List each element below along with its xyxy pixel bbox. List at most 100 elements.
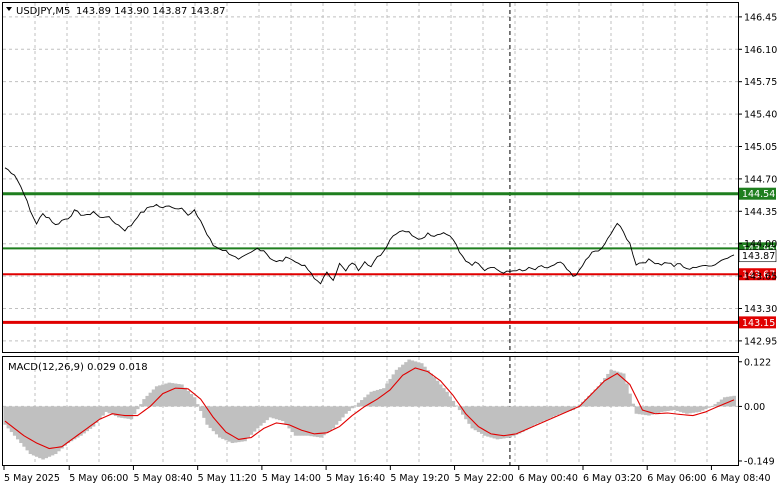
macd-histogram-bar [631,403,635,407]
macd-histogram-bar [224,406,228,441]
chart-header: USDJPY,M5 143.89 143.90 143.87 143.87 [6,6,226,17]
macd-histogram-bar [334,406,339,425]
macd-histogram-bar [454,405,459,407]
price-tick-label: 144.70 [744,174,777,185]
macd-histogram-bar [180,384,184,407]
macd-histogram-bar [549,406,553,418]
macd-histogram-bar [666,406,670,411]
macd-histogram-bar [527,406,531,429]
price-tick-label: 143.65 [744,272,777,283]
macd-histogram-bar [609,369,613,407]
macd-histogram-bar [659,406,664,412]
macd-tick-label: -0.149 [744,456,775,467]
macd-histogram-bar [246,406,250,438]
macd-histogram-bar [653,406,658,414]
price-axis: 146.45 146.10 145.75 145.40 145.05 144.70 144.… [738,12,777,347]
macd-histogram-bar [533,406,538,425]
macd-histogram-bar [445,391,449,407]
macd-histogram-bar [438,384,443,407]
macd-histogram-bar [435,380,440,407]
macd-histogram-bar [126,406,131,419]
macd-histogram-bar [615,371,620,407]
macd-histogram-bar [369,391,374,407]
macd-histogram-bar [520,406,525,433]
macd-histogram-bar [57,406,61,452]
price-tick-label: 145.75 [744,77,777,88]
price-tick-label: 144.35 [744,207,777,218]
macd-histogram-bar [401,364,405,407]
macd-histogram-bar [625,383,629,407]
macd-histogram-bar [508,406,512,438]
macd-histogram-bar [350,406,355,409]
macd-histogram-bar [404,362,408,407]
macd-histogram-bar [385,383,389,407]
macd-histogram-bar [337,406,342,422]
macd-histogram-bar [16,406,20,440]
macd-histogram-bar [442,388,446,407]
time-tick-label: 5 May 11:20 [198,473,257,484]
macd-histogram-bar [120,406,124,418]
time-tick-label: 5 May 19:20 [390,473,449,484]
macd-histogram-bar [300,406,304,436]
macd-histogram-bar [694,406,699,413]
time-tick-label: 5 May 22:00 [455,473,514,484]
macd-histogram-bar [268,406,273,418]
macd-histogram-bar [202,406,206,418]
macd-histogram-bar [135,406,140,410]
macd-histogram-bar [154,386,159,407]
macd-histogram-bar [243,406,247,442]
symbol-label: USDJPY,M5 [16,6,70,17]
macd-histogram-bar [325,406,329,433]
macd-histogram-bar [76,406,80,438]
macd-histogram-bar [186,390,191,407]
time-tick-label: 5 May 06:00 [69,473,128,484]
macd-histogram-bar [539,406,544,422]
current-price-label: 143.87 [742,251,775,262]
macd-histogram-bar [259,406,263,426]
macd-histogram-bar [397,367,402,407]
price-tick-label: 145.05 [744,142,777,153]
time-axis: 5 May 2025 5 May 06:00 5 May 08:40 5 May 11… [3,466,771,484]
macd-histogram-bar [230,406,235,444]
macd-histogram-bar [164,383,168,407]
price-tick-label: 143.30 [744,304,777,315]
macd-histogram-bar [47,406,52,457]
macd-histogram-bar [38,406,42,459]
macd-tick-label: 0.00 [744,402,765,413]
macd-histogram-bar [656,406,661,413]
price-panel-frame [2,2,739,353]
macd-histogram-bar [647,406,651,416]
macd-histogram-bar [189,394,194,407]
macd-histogram-bar [514,406,519,435]
macd-histogram-bar [145,395,149,407]
macd-histogram-bar [104,406,108,412]
level-price-label: 144.54 [742,189,775,200]
macd-histogram-bar [596,386,601,407]
price-tick-label: 142.95 [744,336,777,347]
time-tick-label: 6 May 08:40 [711,473,770,484]
macd-histogram-bar [356,402,361,407]
time-tick-label: 5 May 2025 [4,473,60,484]
macd-histogram-bar [227,406,232,442]
macd-histogram-bar [562,406,566,413]
macd-histogram-bar [407,359,411,407]
macd-histogram-bar [678,406,683,412]
macd-histogram-bar [394,369,399,407]
macd-histogram-bar [502,406,506,439]
macd-histogram-bar [183,387,187,407]
macd-histogram-bar [555,406,560,416]
macd-histogram-bar [704,406,708,410]
macd-histogram-bar [255,406,260,429]
macd-histogram-bar [117,406,121,418]
macd-histogram-bar [262,406,266,423]
macd-histogram-bar [221,406,225,439]
macd-histogram-bar [277,406,282,421]
macd-histogram-bar [293,406,298,436]
macd-histogram-bar [552,406,557,417]
macd-histogram-bar [681,406,686,413]
price-tick-label: 144.00 [744,239,777,250]
macd-histogram-bar [25,406,30,451]
macd-histogram-bar [281,406,285,422]
macd-histogram-bar [123,406,127,419]
macd-histogram-bar [328,406,333,431]
